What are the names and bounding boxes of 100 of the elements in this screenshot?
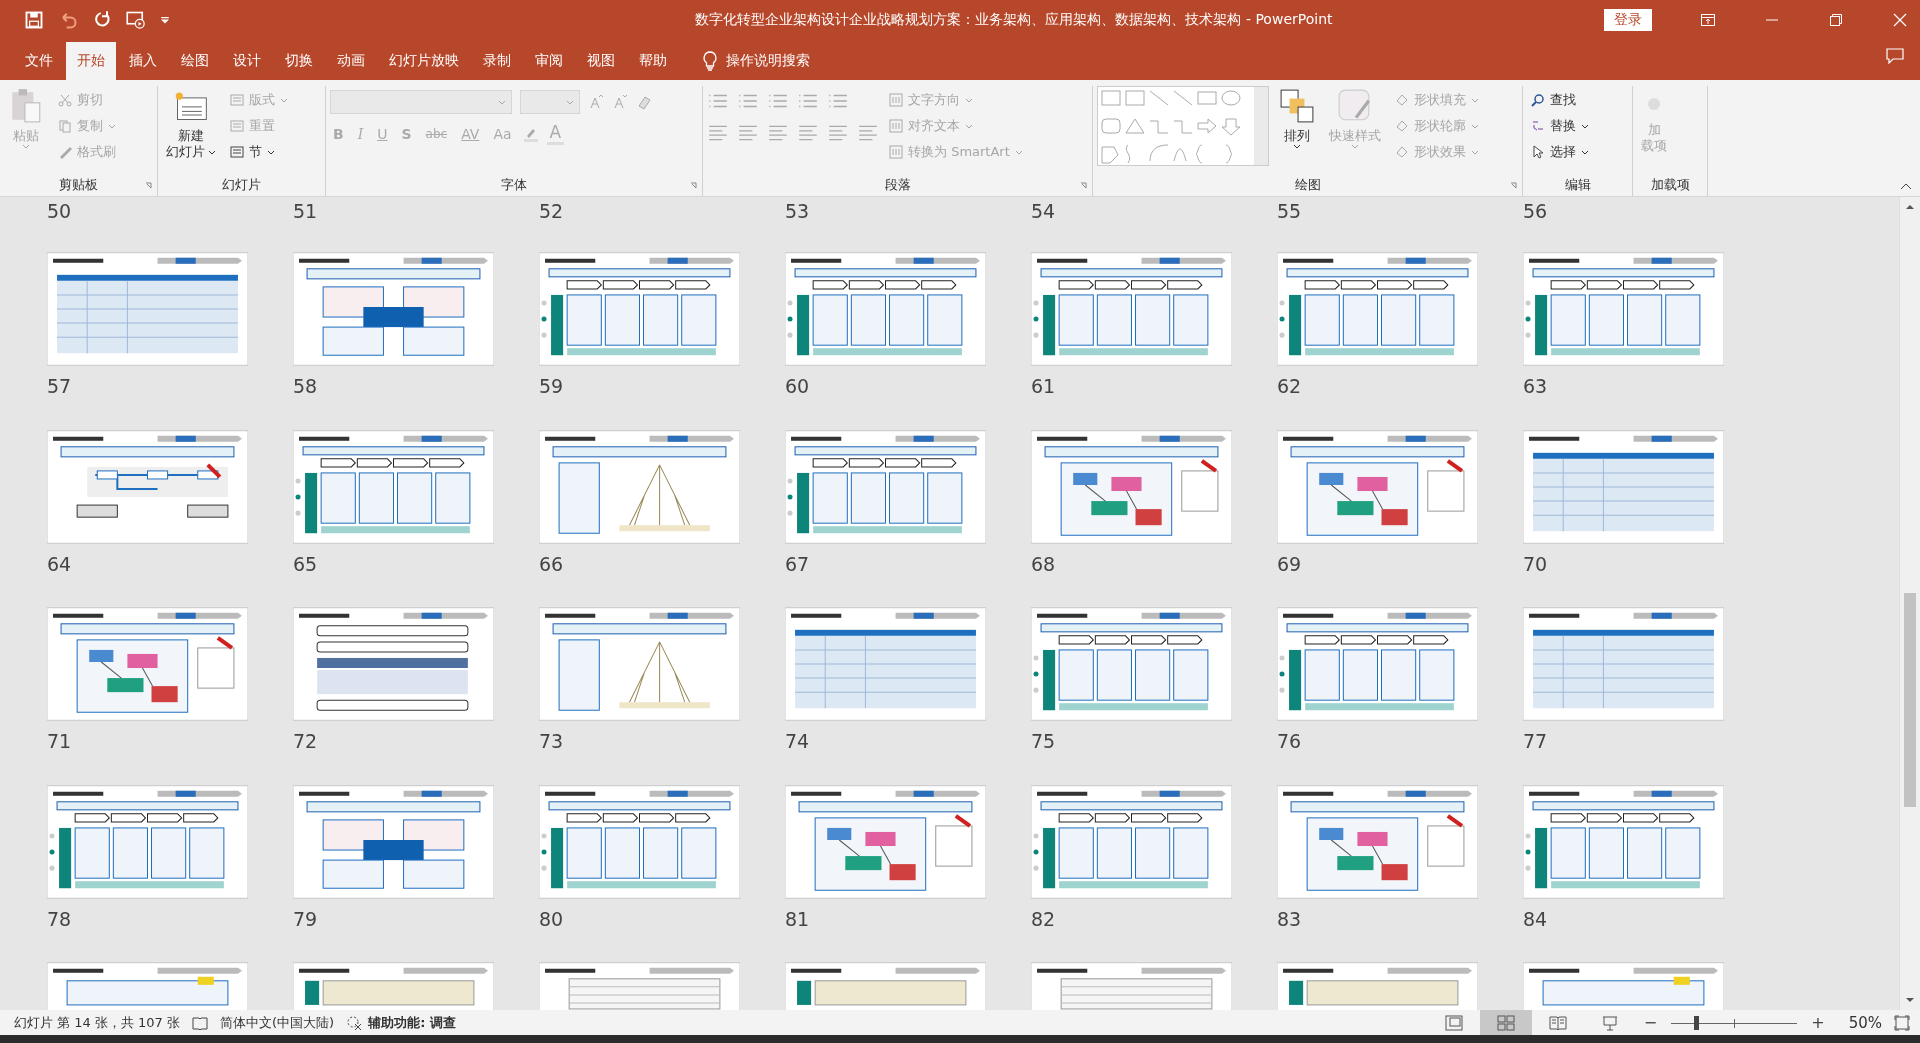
- save-icon[interactable]: [24, 10, 44, 30]
- slide-number: 50: [47, 199, 73, 224]
- editing-button[interactable]: 选择: [1527, 140, 1593, 164]
- slide-number: 60: [785, 374, 811, 399]
- slide-number: 58: [293, 374, 319, 399]
- search-icon: [1531, 93, 1545, 107]
- slide-number: 57: [47, 374, 73, 399]
- login-button[interactable]: 登录: [1604, 9, 1652, 31]
- editing-button[interactable]: 替换: [1527, 114, 1593, 138]
- slide-number: 68: [1031, 551, 1057, 577]
- slide-thumbnail[interactable]: [47, 429, 248, 544]
- caret-icon: [267, 149, 275, 155]
- ribbon-tab[interactable]: 帮助: [628, 42, 678, 80]
- tell-me-search[interactable]: 操作说明搜索: [726, 52, 810, 70]
- slide-number: 66: [539, 551, 565, 577]
- dialog-launcher-icon[interactable]: [145, 182, 153, 190]
- dialog-launcher-icon[interactable]: [1510, 182, 1518, 190]
- slide-thumbnail[interactable]: [1277, 607, 1478, 721]
- font-size-field[interactable]: [520, 90, 580, 114]
- group-label: 段落: [884, 176, 911, 194]
- slide-thumbnail[interactable]: [1523, 429, 1724, 544]
- caret-icon: [108, 123, 116, 129]
- copy-icon: [58, 119, 72, 133]
- accessibility-icon[interactable]: [346, 1014, 363, 1031]
- slide-thumbnail[interactable]: [293, 252, 494, 366]
- slide-number: 70: [1523, 551, 1549, 577]
- ribbon-tab[interactable]: 插入: [118, 42, 168, 80]
- slide-number: 71: [47, 729, 73, 754]
- slide-thumbnail[interactable]: [1031, 429, 1232, 544]
- slide-thumbnail[interactable]: [293, 784, 494, 899]
- ribbon-tab[interactable]: 切换: [274, 42, 324, 80]
- dialog-launcher-icon[interactable]: [1080, 182, 1088, 190]
- customize-icon[interactable]: [160, 15, 170, 25]
- replace-icon: [1531, 119, 1545, 133]
- ribbon-tab[interactable]: 幻灯片放映: [378, 42, 470, 80]
- slide-thumbnail[interactable]: [1277, 252, 1478, 366]
- ribbon-tab[interactable]: 动画: [326, 42, 376, 80]
- cursor-icon: [1531, 145, 1545, 159]
- slide-thumbnail[interactable]: [1277, 784, 1478, 899]
- collapse-ribbon-icon[interactable]: [1900, 182, 1912, 190]
- slide-number: 72: [293, 729, 319, 754]
- scroll-down-icon[interactable]: [1905, 997, 1915, 1003]
- slide-number: 74: [785, 729, 811, 754]
- zoom-out-button[interactable]: −: [1641, 1013, 1660, 1032]
- slide-thumbnail[interactable]: [293, 429, 494, 544]
- slide-thumbnail[interactable]: [1277, 429, 1478, 544]
- slide-thumbnail[interactable]: [539, 784, 740, 899]
- ribbon-tab[interactable]: 绘图: [170, 42, 220, 80]
- accessibility-status[interactable]: 辅助功能: 调查: [368, 1013, 456, 1032]
- group-label: 编辑: [1564, 176, 1591, 194]
- scroll-up-icon[interactable]: [1905, 204, 1915, 210]
- dialog-launcher-icon[interactable]: [690, 182, 698, 190]
- layout-icon: [230, 145, 244, 159]
- arrange-button[interactable]: 排列: [1275, 86, 1319, 152]
- slide-thumbnail[interactable]: [47, 784, 248, 899]
- slide-number: 78: [47, 906, 73, 932]
- slide-thumbnail[interactable]: [1523, 784, 1724, 899]
- ribbon-tab[interactable]: 设计: [222, 42, 272, 80]
- close-icon[interactable]: [1892, 12, 1908, 28]
- ribbon-tab[interactable]: 审阅: [524, 42, 574, 80]
- slide-thumbnail[interactable]: [785, 607, 986, 721]
- fit-to-window-icon[interactable]: [1894, 1014, 1910, 1031]
- slide-number: 77: [1523, 729, 1549, 754]
- slide-thumbnail[interactable]: [539, 252, 740, 366]
- slide-number: 51: [293, 199, 319, 224]
- ribbon-tab[interactable]: 文件: [14, 42, 64, 80]
- slide-thumbnail[interactable]: [1523, 252, 1724, 366]
- slide-thumbnail[interactable]: [47, 607, 248, 721]
- slide-thumbnail[interactable]: [785, 784, 986, 899]
- slide-thumbnail[interactable]: [293, 607, 494, 721]
- slide-thumbnail[interactable]: [47, 252, 248, 366]
- presenter-icon[interactable]: [126, 10, 146, 30]
- notes-icon[interactable]: [192, 1014, 209, 1031]
- slide-thumbnail[interactable]: [539, 429, 740, 544]
- slide-thumbnail[interactable]: [1031, 607, 1232, 721]
- zoom-level[interactable]: 50%: [1848, 1013, 1882, 1032]
- ribbon-tab[interactable]: 视图: [576, 42, 626, 80]
- new-slide-button[interactable]: 新建 幻灯片: [162, 86, 220, 163]
- reading-view-icon: [1548, 1014, 1567, 1031]
- zoom-slider[interactable]: [1671, 1015, 1798, 1030]
- ribbon-display-icon[interactable]: [1700, 12, 1716, 28]
- slide-thumbnail[interactable]: [1523, 607, 1724, 721]
- editing-button[interactable]: 查找: [1527, 88, 1593, 112]
- slide-option-button[interactable]: 节: [226, 140, 292, 164]
- scroll-thumb[interactable]: [1904, 593, 1916, 807]
- slide-number: 65: [293, 551, 319, 577]
- vertical-scrollbar[interactable]: [1899, 197, 1920, 1010]
- zoom-in-button[interactable]: +: [1809, 1013, 1827, 1032]
- slide-number: 62: [1277, 374, 1303, 399]
- ribbon-tab[interactable]: 开始: [66, 42, 116, 80]
- comments-icon[interactable]: [1886, 48, 1904, 64]
- ribbon-tab[interactable]: 录制: [472, 42, 522, 80]
- slide-thumbnail[interactable]: [539, 607, 740, 721]
- slide-thumbnail[interactable]: [785, 429, 986, 544]
- restore-icon[interactable]: [1828, 12, 1844, 28]
- language-status[interactable]: 简体中文(中国大陆): [220, 1013, 335, 1032]
- font-name-field[interactable]: [330, 90, 512, 114]
- slide-thumbnail[interactable]: [1031, 252, 1232, 366]
- slide-thumbnail[interactable]: [1031, 784, 1232, 899]
- slide-thumbnail[interactable]: [785, 252, 986, 366]
